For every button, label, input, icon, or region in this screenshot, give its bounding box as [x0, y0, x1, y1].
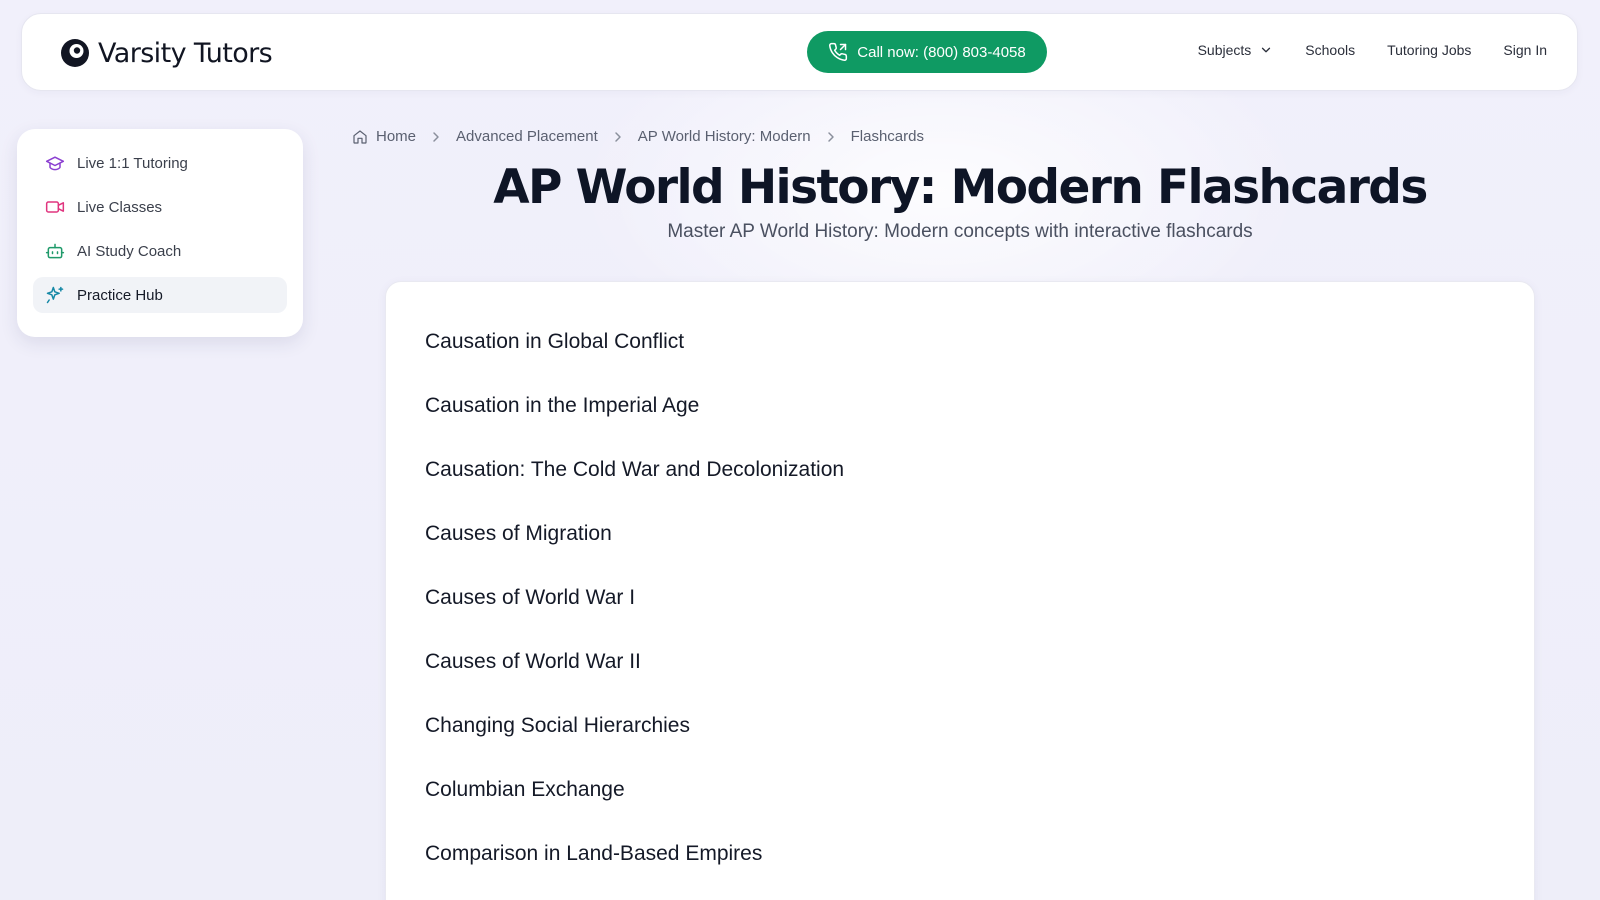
varsity-logo-icon — [61, 39, 89, 67]
chevron-right-icon — [433, 131, 439, 142]
robot-icon — [45, 243, 65, 259]
video-icon — [45, 201, 65, 213]
breadcrumb-advanced-placement[interactable]: Advanced Placement — [456, 128, 598, 145]
chevron-right-icon — [827, 131, 834, 142]
sidebar: Live 1:1 Tutoring Live Classes AI Study … — [17, 129, 303, 337]
call-now-button[interactable]: Call now: (800) 803-4058 — [807, 31, 1047, 73]
nav-schools[interactable]: Schools — [1305, 42, 1355, 58]
topic-link[interactable]: Causes of World War II — [425, 648, 1534, 712]
top-nav: Subjects Schools Tutoring Jobs Sign In — [1198, 42, 1547, 58]
topic-link[interactable]: Causes of Migration — [425, 520, 1534, 584]
breadcrumb-flashcards: Flashcards — [850, 128, 924, 145]
site-header: Varsity Tutors Call now: (800) 803-4058 … — [21, 13, 1578, 91]
topic-link[interactable]: Causes of World War I — [425, 584, 1534, 648]
sidebar-item-label: Practice Hub — [77, 286, 163, 304]
nav-tutoring-jobs[interactable]: Tutoring Jobs — [1387, 42, 1471, 58]
topic-link[interactable]: Causation: The Cold War and Decolonizati… — [425, 456, 1534, 520]
breadcrumb-ap-world-history[interactable]: AP World History: Modern — [638, 128, 811, 145]
topic-link[interactable]: Comparison in Land-Based Empires — [425, 840, 1534, 900]
graduation-cap-icon — [45, 156, 65, 171]
nav-schools-label: Schools — [1305, 42, 1356, 58]
logo[interactable]: Varsity Tutors — [58, 36, 273, 70]
nav-jobs-label: Tutoring Jobs — [1387, 42, 1472, 58]
breadcrumb-home[interactable]: Home — [352, 128, 416, 145]
nav-sign-in-label: Sign In — [1503, 42, 1547, 58]
phone-icon — [829, 42, 848, 61]
call-now-label: Call now: (800) 803-4058 — [857, 43, 1026, 61]
home-icon — [353, 129, 367, 144]
chevron-down-icon — [1262, 47, 1271, 53]
nav-subjects[interactable]: Subjects — [1198, 42, 1274, 58]
sidebar-item-label: AI Study Coach — [77, 242, 182, 260]
topic-link[interactable]: Changing Social Hierarchies — [425, 712, 1534, 776]
breadcrumb: Home Advanced Placement AP World History… — [352, 128, 924, 145]
sidebar-item-label: Live Classes — [77, 198, 163, 216]
sidebar-item-ai-study-coach[interactable]: AI Study Coach — [33, 233, 287, 269]
topic-link[interactable]: Columbian Exchange — [425, 776, 1534, 840]
nav-subjects-label: Subjects — [1197, 42, 1252, 58]
sidebar-item-live-tutoring[interactable]: Live 1:1 Tutoring — [33, 145, 287, 181]
sidebar-item-live-classes[interactable]: Live Classes — [33, 189, 287, 225]
nav-sign-in[interactable]: Sign In — [1503, 42, 1547, 58]
flashcard-topics-card: Causation in Global Conflict Causation i… — [385, 281, 1535, 900]
sparkles-icon — [46, 286, 64, 304]
page-title: AP World History: Modern Flashcards — [493, 160, 1428, 215]
topic-link[interactable]: Causation in Global Conflict — [425, 328, 1534, 392]
topic-link[interactable]: Causation in the Imperial Age — [425, 392, 1534, 456]
logo-text: Varsity Tutors — [98, 37, 273, 69]
breadcrumb-home-label: Home — [376, 128, 417, 145]
sidebar-item-practice-hub[interactable]: Practice Hub — [33, 277, 287, 313]
sidebar-item-label: Live 1:1 Tutoring — [77, 154, 188, 172]
chevron-right-icon — [615, 131, 621, 142]
page-subtitle: Master AP World History: Modern concepts… — [667, 221, 1253, 242]
